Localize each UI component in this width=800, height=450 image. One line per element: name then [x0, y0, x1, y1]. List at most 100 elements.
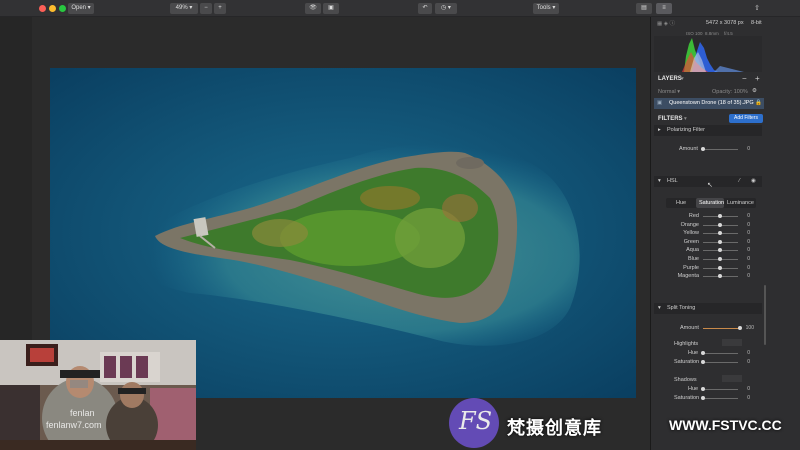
webcam-feed — [0, 340, 196, 450]
eye-icon[interactable]: 👁 — [305, 3, 321, 14]
hsl-row-value: 0 — [747, 273, 750, 280]
layer-name: Queenstown Drone (18 of 35).JPG — [669, 100, 754, 106]
hsl-collapse-icon[interactable]: ▾ — [658, 178, 661, 184]
histogram — [654, 36, 762, 72]
highlights-sat-slider[interactable] — [703, 362, 738, 363]
browser-icon[interactable]: ▤ — [636, 3, 652, 14]
layer-thumbnail-icon: ▣ — [657, 100, 663, 106]
split-amount-slider[interactable] — [703, 328, 741, 329]
zoom-in-button[interactable]: + — [214, 3, 226, 14]
shadows-hue-slider[interactable] — [703, 389, 738, 390]
polarizing-amount-knob[interactable] — [701, 147, 705, 151]
webcam-overlay: fenlan fenlanw7.com — [0, 340, 196, 450]
hsl-row-value: 0 — [747, 247, 750, 254]
undo-icon[interactable]: ↶ — [418, 3, 432, 14]
tab-saturation[interactable]: Saturation — [699, 200, 724, 206]
highlights-label: Highlights — [674, 341, 699, 347]
highlights-sat-knob[interactable] — [701, 360, 705, 364]
split-toning-title: Split Toning — [667, 305, 696, 311]
zoom-window-button[interactable] — [59, 5, 66, 12]
shadows-swatch[interactable] — [722, 375, 742, 382]
hsl-row-label: Orange — [680, 221, 699, 228]
highlights-sat-value: 0 — [747, 359, 750, 365]
highlights-hue-slider[interactable] — [703, 353, 738, 354]
minimize-window-button[interactable] — [49, 5, 56, 12]
add-filters-button[interactable]: Add Filters — [729, 114, 763, 123]
add-filters-label: Add Filters — [734, 115, 758, 121]
bit-depth: 8-bit — [751, 20, 762, 26]
split-amount-label: Amount — [680, 325, 699, 331]
panel-scrollbar[interactable] — [764, 285, 766, 345]
highlights-swatch[interactable] — [722, 339, 742, 346]
hsl-row-value: 0 — [747, 221, 750, 228]
blend-mode-select[interactable]: Normal ▾ — [658, 89, 680, 95]
layer-settings-icon[interactable]: ⚙ — [752, 88, 757, 94]
zoom-dropdown[interactable]: 49% ▾ — [170, 3, 198, 14]
blend-mode-value: Normal — [658, 89, 676, 95]
layer-row[interactable]: ▣ Queenstown Drone (18 of 35).JPG 🔒 — [654, 98, 764, 109]
top-toolbar: Open ▾ 49% ▾ − + 👁 ▣ ↶ ◷ ▾ Tools ▾ ▤ ≡ ⇧ — [0, 0, 800, 17]
tools-dropdown[interactable]: Tools ▾ — [533, 3, 559, 14]
hsl-row-label: Blue — [687, 256, 699, 262]
watermark-logo-text: FS — [459, 407, 493, 435]
split-toning-header[interactable]: ▾ Split Toning — [654, 303, 762, 314]
hsl-row-label: Red — [688, 213, 699, 219]
hsl-row-label: Green — [683, 238, 699, 245]
open-label: Open — [71, 5, 86, 11]
hsl-row-value: 0 — [747, 213, 750, 219]
hsl-row-value: 0 — [747, 238, 750, 245]
hsl-row-label: Aqua — [686, 247, 699, 254]
histogram-icon[interactable]: ▦ ◈ ⓘ — [657, 19, 675, 27]
polarizing-collapse-icon[interactable]: ▸ — [658, 127, 661, 133]
history-icon[interactable]: ◷ ▾ — [435, 3, 457, 14]
shadows-hue-label: Hue — [688, 386, 699, 392]
hsl-row-value: 0 — [747, 230, 750, 237]
layers-title: LAYERS — [658, 76, 682, 82]
zoom-out-button[interactable]: − — [200, 3, 212, 14]
visibility-icon[interactable]: ◉ — [751, 178, 756, 184]
hsl-row-label: Purple — [683, 264, 699, 271]
highlights-hue-knob[interactable] — [701, 351, 705, 355]
webcam-caption-2: fenlanw7.com — [46, 420, 102, 430]
zoom-in-label: + — [218, 5, 222, 11]
image-dimensions: 5472 x 3078 px — [706, 20, 744, 26]
close-window-button[interactable] — [39, 5, 46, 12]
app-window: Open ▾ 49% ▾ − + 👁 ▣ ↶ ◷ ▾ Tools ▾ ▤ ≡ ⇧ — [0, 0, 800, 450]
mouse-cursor-icon: ↖ — [707, 182, 713, 189]
filters-chevron-icon[interactable]: ▾ — [684, 116, 687, 122]
hsl-row-knob[interactable] — [718, 257, 722, 261]
webcam-caption-1: fenlan — [70, 408, 95, 418]
tab-hue[interactable]: Hue — [676, 200, 686, 206]
compare-icon[interactable]: ▣ — [323, 3, 339, 14]
polarizing-amount-label: Amount — [679, 146, 698, 152]
hsl-row-label: Magenta — [677, 273, 699, 280]
open-button[interactable]: Open ▾ — [68, 3, 94, 14]
polarizing-filter-header[interactable]: ▸ Polarizing Filter — [654, 125, 762, 136]
adjust-icon[interactable]: ≡ — [656, 3, 672, 14]
watermark-url: WWW.FSTVC.CC — [669, 417, 782, 433]
watermark: FS 梵摄创意库 WWW.FSTVC.CC — [449, 394, 800, 450]
eyedropper-icon[interactable]: ⁄ — [739, 178, 740, 184]
layers-chevron-icon[interactable]: ▾ — [681, 76, 684, 82]
polarizing-amount-slider[interactable] — [703, 149, 738, 150]
lock-icon[interactable]: 🔒 — [755, 100, 762, 106]
zoom-label: 49% — [175, 5, 188, 11]
add-layer-icon[interactable]: + — [755, 74, 760, 83]
shadows-hue-knob[interactable] — [701, 387, 705, 391]
remove-layer-icon[interactable]: − — [742, 74, 747, 83]
shadows-label: Shadows — [674, 377, 697, 383]
share-icon[interactable]: ⇧ — [752, 3, 762, 14]
split-collapse-icon[interactable]: ▾ — [658, 305, 661, 311]
highlights-hue-label: Hue — [688, 350, 699, 356]
tab-luminance[interactable]: Luminance — [727, 200, 754, 206]
opacity-value[interactable]: Opacity: 100% — [712, 89, 748, 95]
hsl-row-value: 0 — [747, 264, 750, 271]
hsl-row-knob[interactable] — [718, 239, 722, 244]
hsl-row-knob[interactable] — [718, 222, 722, 227]
highlights-hue-value: 0 — [747, 350, 750, 356]
hsl-row-knob[interactable] — [718, 265, 722, 270]
hsl-row-knob[interactable] — [718, 214, 722, 218]
hsl-row-value: 0 — [747, 256, 750, 262]
watermark-text: 梵摄创意库 — [507, 418, 602, 439]
polarizing-amount-value: 0 — [747, 146, 750, 152]
